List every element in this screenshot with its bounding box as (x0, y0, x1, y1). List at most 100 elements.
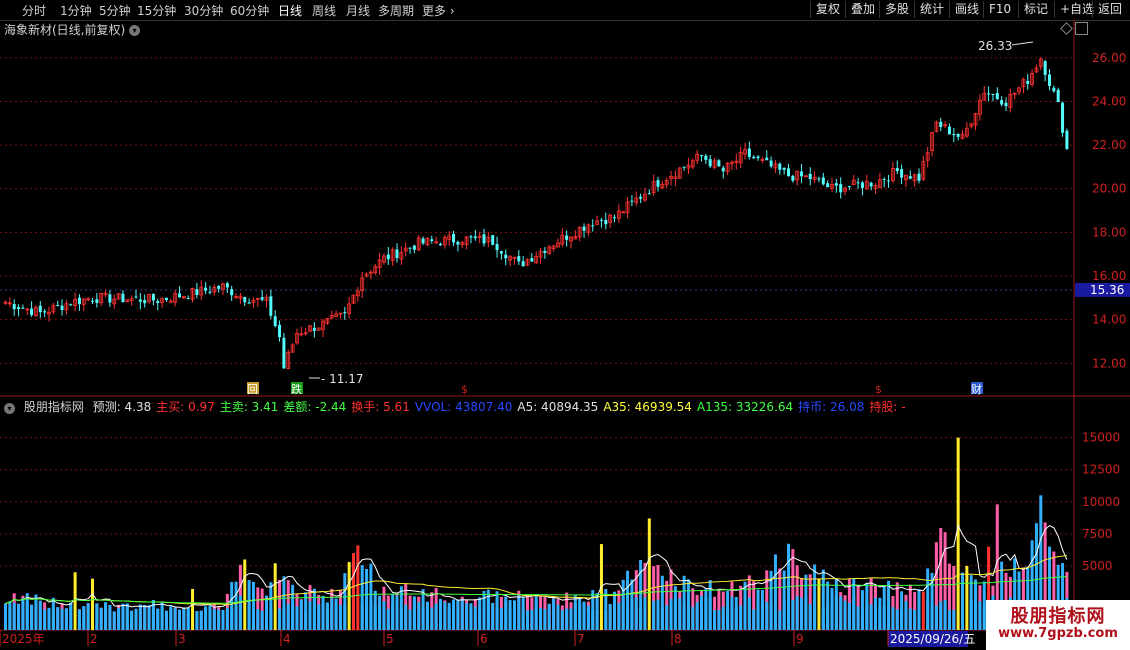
volume-bar-base (434, 603, 438, 630)
volume-bar-base (217, 609, 221, 630)
volume-bar-base (212, 609, 216, 630)
candle-body (482, 234, 486, 244)
volume-bar-base (365, 606, 369, 630)
indicator-item-6: A5: 40894.35 (517, 400, 599, 414)
candle-body (343, 312, 347, 314)
volume-tick-label: 15000 (1082, 431, 1120, 445)
candle-body (765, 157, 769, 161)
indicator-item-8: A135: 33226.64 (696, 400, 794, 414)
volume-bar-base (791, 599, 795, 630)
kline-chart[interactable]: 26.00 24.00 22.00 20.00 18.00 16.00 14.00 12.00… (0, 0, 1130, 650)
volume-bar-base (621, 596, 625, 630)
volume-bar-base (247, 603, 251, 630)
candle-body (95, 299, 99, 303)
volume-bar-base (543, 609, 547, 630)
candle-body (469, 236, 473, 238)
candle-body (473, 236, 477, 239)
candle-body (530, 258, 534, 262)
price-tick-label: 26.00 (1092, 51, 1126, 65)
volume-bar-base (334, 598, 338, 630)
volume-bar-base (639, 608, 643, 630)
candle-body (647, 193, 651, 195)
indicator-item-4: 换手: 5.61 (351, 400, 410, 414)
candle-body (456, 241, 460, 245)
volume-bar-base (604, 610, 608, 630)
price-tick-label: 24.00 (1092, 94, 1126, 108)
volume-bar-base (521, 608, 525, 630)
volume-bar-base (225, 607, 229, 630)
candle-body (1000, 100, 1004, 105)
candle-body (543, 250, 547, 254)
volume-bar-base (747, 597, 751, 630)
volume-bar-base (917, 599, 921, 630)
volume-bar-base (278, 608, 282, 630)
volume-bar-base (695, 602, 699, 630)
candle-body (821, 177, 825, 185)
volume-bar-base (195, 611, 199, 630)
volume-bar-base (256, 609, 260, 630)
volume-bar-base (508, 608, 512, 630)
volume-bar-base (173, 607, 177, 630)
candle-body (273, 316, 277, 327)
candle-body (156, 301, 160, 303)
volume-bar-base (499, 607, 503, 630)
indicator-item-3: 差额: -2.44 (283, 400, 347, 414)
candle-body (887, 180, 891, 182)
volume-bar-base (112, 611, 116, 630)
volume-tick-label: 5000 (1082, 559, 1113, 573)
candle-body (69, 304, 73, 306)
candle-body (421, 238, 425, 244)
volume-bar-base (878, 605, 882, 630)
candle-body (412, 245, 416, 250)
volume-bar-base (369, 599, 373, 630)
candle-body (151, 293, 155, 301)
high-price-pointer (1011, 41, 1034, 46)
candle-body (17, 307, 21, 310)
volume-bar-base (77, 609, 81, 630)
volume-bar-base (947, 610, 951, 630)
indicator-values: 预测: 4.38 主买: 0.97 主卖: 3.41 差额: -2.44 换手: 5.6… (93, 400, 911, 414)
candle-body (599, 219, 603, 221)
candle-body (452, 233, 456, 243)
candle-body (217, 285, 221, 289)
volume-bar-base (952, 610, 956, 630)
candle-body (917, 173, 921, 181)
volume-bar-base (539, 608, 543, 630)
volume-bar-base (691, 606, 695, 630)
candle-body (1061, 102, 1065, 133)
volume-bar-base (486, 595, 490, 630)
candle-body (56, 305, 60, 307)
indicator-item-2: 主卖: 3.41 (219, 400, 279, 414)
volume-bar-base (634, 597, 638, 630)
volume-bar-base (882, 606, 886, 630)
volume-bar-base (569, 608, 573, 630)
volume-bar-base (782, 600, 786, 630)
volume-bar-base (125, 603, 129, 630)
chevron-down-icon[interactable]: ▾ (4, 403, 15, 414)
volume-bar-base (208, 605, 212, 630)
indicator-item-0: 预测: 4.38 (92, 400, 152, 414)
volume-bar-base (787, 598, 790, 630)
volume-bar-base (291, 605, 295, 630)
candle-body (282, 337, 286, 369)
volume-bar-base (25, 600, 29, 630)
candle-body (787, 168, 790, 177)
volume-bar (352, 553, 355, 630)
volume-bar-base (943, 599, 947, 630)
candle-body (817, 178, 821, 180)
volume-bar-base (700, 595, 703, 630)
volume-bar-base (121, 603, 125, 630)
volume-bar-base (726, 609, 730, 630)
volume-bar-base (321, 603, 325, 630)
candle-body (386, 254, 390, 260)
volume-bar-base (147, 605, 151, 630)
volume-bar-base (4, 607, 7, 630)
volume-bar-base (778, 610, 782, 630)
volume-bar-base (21, 598, 25, 630)
volume-bar-base (721, 606, 725, 630)
volume-bar-base (800, 597, 804, 630)
candle-body (947, 126, 951, 135)
volume-bar-base (160, 606, 164, 630)
candle-body (195, 289, 199, 295)
volume-bar-base (739, 605, 743, 630)
